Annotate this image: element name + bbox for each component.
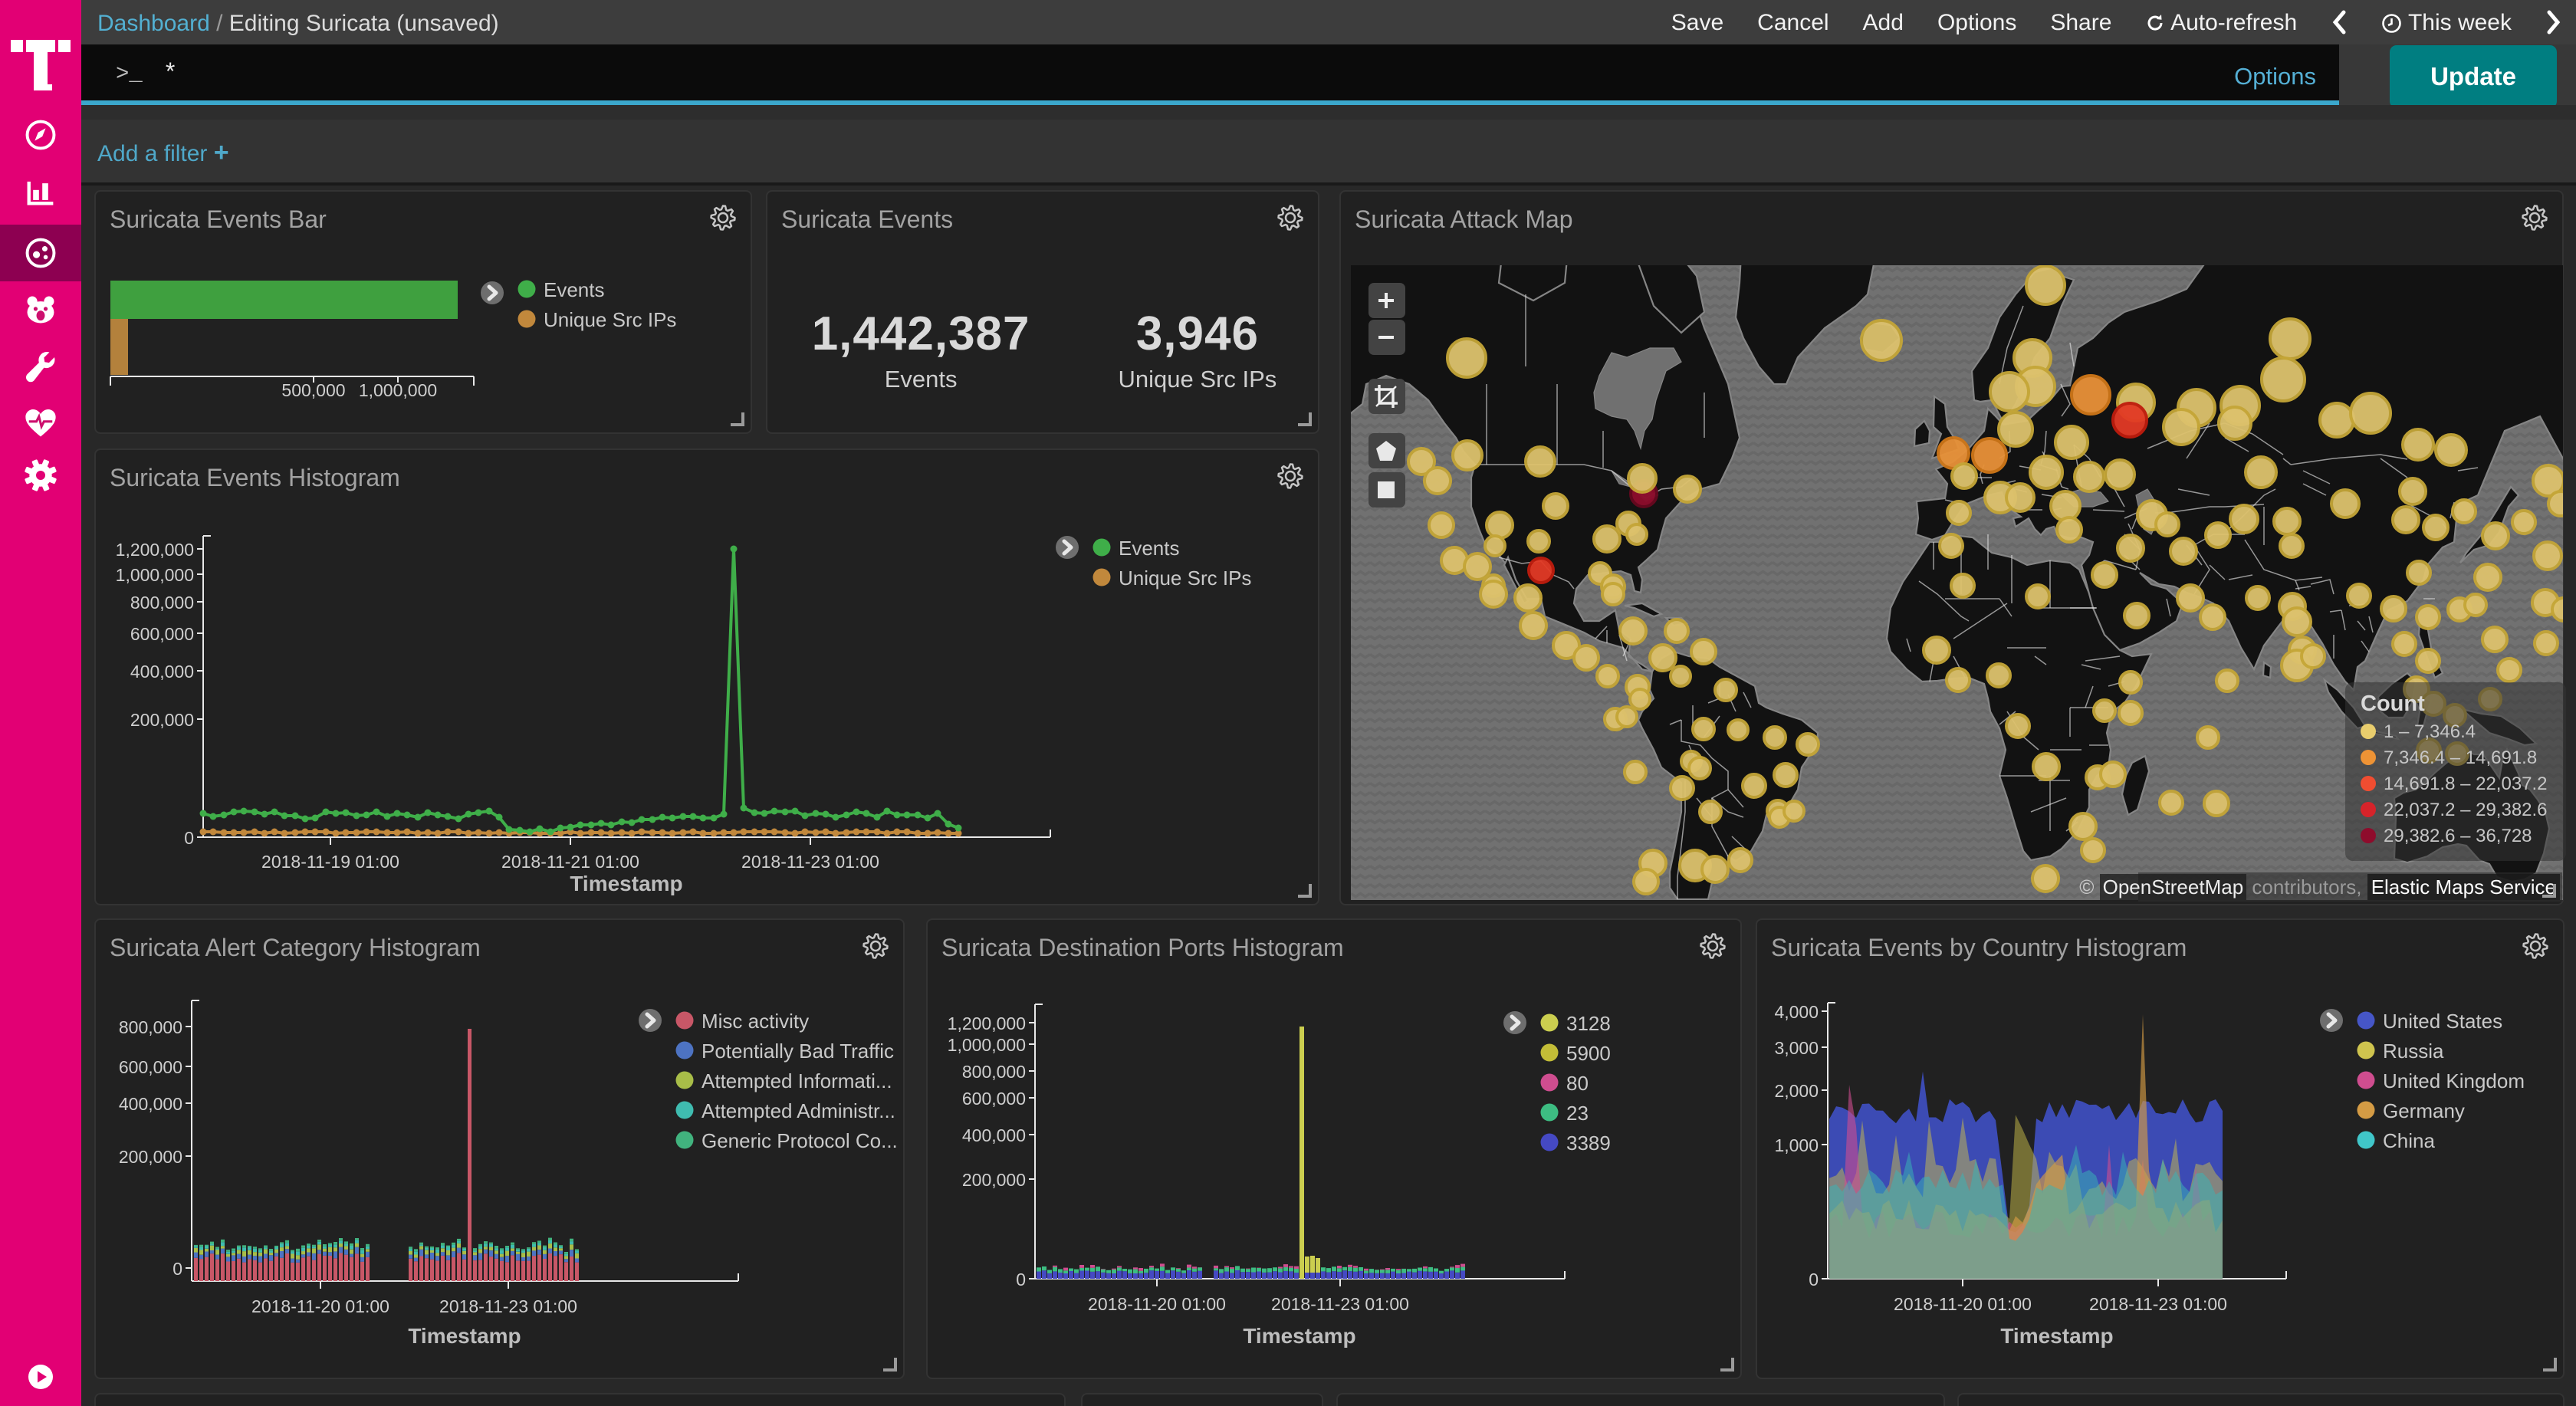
svg-text:China: China [2383,1129,2435,1152]
svg-text:1,000,000: 1,000,000 [948,1035,1026,1055]
svg-text:2018-11-23 01:00: 2018-11-23 01:00 [1271,1294,1409,1314]
svg-text:200,000: 200,000 [962,1170,1026,1190]
svg-text:Russia: Russia [2383,1040,2444,1063]
svg-text:Potentially Bad Traffic: Potentially Bad Traffic [702,1040,894,1063]
svg-text:400,000: 400,000 [130,662,194,682]
svg-text:Events: Events [544,278,605,301]
svg-text:2,000: 2,000 [1774,1081,1819,1101]
svg-text:1,000,000: 1,000,000 [359,380,437,400]
svg-text:600,000: 600,000 [962,1089,1026,1109]
svg-text:0: 0 [1016,1270,1026,1289]
svg-text:1,200,000: 1,200,000 [116,540,194,560]
svg-text:5900: 5900 [1566,1042,1611,1065]
svg-text:600,000: 600,000 [130,624,194,644]
svg-text:23: 23 [1566,1102,1589,1125]
svg-text:2018-11-20 01:00: 2018-11-20 01:00 [1088,1294,1226,1314]
svg-text:2018-11-21 01:00: 2018-11-21 01:00 [501,852,639,872]
svg-text:400,000: 400,000 [119,1094,182,1114]
svg-text:Events: Events [1119,537,1180,560]
svg-text:1,000: 1,000 [1774,1135,1819,1155]
svg-text:2018-11-20 01:00: 2018-11-20 01:00 [251,1296,389,1316]
svg-text:0: 0 [1809,1270,1819,1289]
svg-text:Attempted Administr...: Attempted Administr... [702,1099,895,1122]
svg-text:Attempted Informati...: Attempted Informati... [702,1069,892,1092]
svg-text:80: 80 [1566,1072,1589,1095]
svg-text:800,000: 800,000 [962,1062,1026,1082]
svg-text:3389: 3389 [1566,1132,1611,1155]
svg-text:3,000: 3,000 [1774,1038,1819,1058]
svg-text:4,000: 4,000 [1774,1002,1819,1022]
svg-text:Timestamp: Timestamp [570,872,682,895]
svg-text:500,000: 500,000 [281,380,345,400]
svg-text:United States: United States [2383,1010,2502,1033]
svg-text:3128: 3128 [1566,1012,1611,1035]
svg-text:Generic Protocol Co...: Generic Protocol Co... [702,1129,898,1152]
svg-text:0: 0 [184,828,194,848]
svg-text:Timestamp: Timestamp [2000,1324,2113,1348]
svg-text:Unique Src IPs: Unique Src IPs [1119,567,1251,590]
svg-text:600,000: 600,000 [119,1057,182,1077]
svg-text:0: 0 [172,1259,182,1279]
svg-text:1,000,000: 1,000,000 [116,565,194,585]
svg-text:Unique Src IPs: Unique Src IPs [544,308,676,331]
svg-text:400,000: 400,000 [962,1125,1026,1145]
svg-text:800,000: 800,000 [119,1017,182,1037]
svg-text:1,200,000: 1,200,000 [948,1013,1026,1033]
svg-text:2018-11-23 01:00: 2018-11-23 01:00 [439,1296,577,1316]
svg-text:2018-11-23 01:00: 2018-11-23 01:00 [741,852,879,872]
svg-text:200,000: 200,000 [130,710,194,730]
svg-text:2018-11-19 01:00: 2018-11-19 01:00 [261,852,399,872]
svg-text:Timestamp: Timestamp [408,1324,521,1348]
svg-text:United Kingdom: United Kingdom [2383,1069,2525,1092]
svg-text:2018-11-20 01:00: 2018-11-20 01:00 [1894,1294,2032,1314]
svg-text:Timestamp: Timestamp [1243,1324,1355,1348]
svg-text:Germany: Germany [2383,1099,2465,1122]
svg-text:Misc activity: Misc activity [702,1010,809,1033]
svg-text:2018-11-23 01:00: 2018-11-23 01:00 [2089,1294,2227,1314]
svg-text:200,000: 200,000 [119,1147,182,1167]
svg-text:800,000: 800,000 [130,593,194,613]
